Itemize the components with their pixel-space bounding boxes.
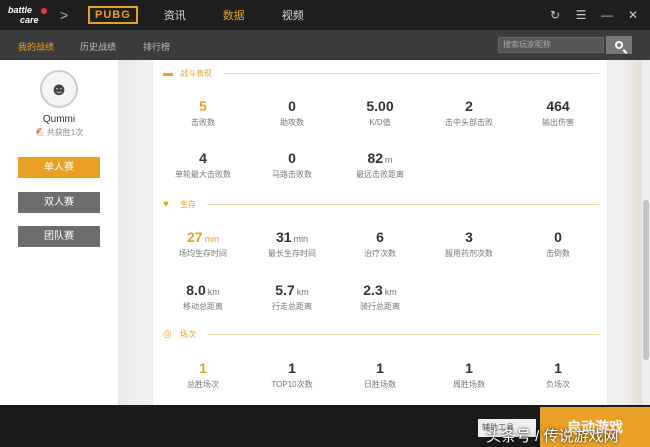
scrollbar[interactable]: [642, 60, 650, 405]
tab-my-record[interactable]: 我的战绩: [18, 40, 54, 53]
stat-walk-distance: 5.7 km 行走总距离: [272, 282, 312, 311]
divider: [223, 73, 599, 74]
gun-icon: ▬: [163, 67, 173, 79]
total-wins: 🐔 共获胜1次: [34, 128, 84, 137]
profile-panel: ☻ Qummi 🐔 共获胜1次 单人赛 双人赛 团队赛: [0, 60, 118, 405]
window-controls: ↻ ☰ — ✕: [548, 8, 640, 22]
stat-longest-kill: 82 m 最远击败距离: [356, 150, 404, 179]
scrollbar-thumb[interactable]: [643, 200, 649, 360]
avatar[interactable]: ☻: [40, 70, 78, 108]
stat-longest-survival: 31 min 最长生存时间: [268, 229, 316, 258]
search-icon: [615, 41, 623, 49]
stat-headshots: 2 击中头部击败: [445, 98, 493, 127]
stat-daily-wins: 1 日胜场数: [364, 360, 396, 389]
search-button[interactable]: [606, 36, 632, 54]
stat-avg-survival: 27 min 场均生存时间: [179, 229, 227, 258]
stat-top10: 1 TOP10次数: [271, 360, 313, 389]
nav-data[interactable]: 数据: [223, 7, 245, 23]
username: Qummi: [42, 114, 76, 125]
watermark: 头条号 / 传说游戏网: [486, 428, 619, 445]
pubg-logo[interactable]: PUBG: [88, 6, 138, 24]
stat-losses: 1 负场次: [546, 360, 570, 389]
stat-heals: 6 治疗次数: [364, 229, 396, 258]
tab-leaderboard[interactable]: 排行榜: [143, 40, 170, 53]
target-icon: ◎: [163, 328, 172, 340]
nav-news[interactable]: 资讯: [164, 7, 186, 23]
chicken-icon: 🐔: [34, 128, 45, 137]
mode-squad-button[interactable]: 团队赛: [18, 226, 100, 247]
minimize-icon[interactable]: —: [600, 8, 614, 22]
stats-panel: ▬ 战斗表现 5 击败数 0 助攻数 5.00 K/D值 2 击中头部击败 464 输出伤…: [153, 60, 607, 405]
stat-ride-distance: 2.3 km 骑行总距离: [360, 282, 400, 311]
stat-weekly-wins: 1 周胜场数: [453, 360, 485, 389]
bottom-bar: 辅助工具 启动游戏 头条号 / 传说游戏网: [0, 405, 650, 447]
stat-total-wins: 1 总胜场次: [187, 360, 219, 389]
title-bar: battle care > PUBG 资讯 数据 视频 ↻ ☰ — ✕: [0, 0, 650, 30]
stat-max-kills-round: 4 单轮最大击败数: [175, 150, 231, 179]
stat-total-distance: 8.0 km 移动总距离: [183, 282, 223, 311]
section-matches-header: ◎ 场次: [163, 328, 196, 340]
player-search-input[interactable]: 搜索玩家昵称: [498, 37, 604, 53]
section-combat-header: ▬ 战斗表现: [163, 67, 212, 79]
mode-duo-button[interactable]: 双人赛: [18, 192, 100, 213]
stat-boosts: 3 服用药剂次数: [445, 229, 493, 258]
battlecare-logo[interactable]: battle care: [6, 3, 58, 27]
stat-knockdowns: 0 击倒数: [546, 229, 570, 258]
stat-assists: 0 助攻数: [280, 98, 304, 127]
menu-icon[interactable]: ☰: [574, 8, 588, 22]
nav-video[interactable]: 视频: [282, 7, 304, 23]
logo-dot: [41, 8, 47, 14]
divider: [207, 334, 599, 335]
close-icon[interactable]: ✕: [626, 8, 640, 22]
heartbeat-icon: ♥: [163, 198, 169, 210]
chevron-right-icon[interactable]: >: [60, 7, 74, 23]
mode-solo-button[interactable]: 单人赛: [18, 157, 100, 178]
stat-road-kills: 0 马路击败数: [272, 150, 312, 179]
stat-kills: 5 击败数: [191, 98, 215, 127]
main-nav: 资讯 数据 视频: [164, 7, 341, 23]
stat-damage: 464 输出伤害: [542, 98, 574, 127]
divider: [207, 204, 599, 205]
sub-nav-bar: 我的战绩 历史战绩 排行榜 搜索玩家昵称: [0, 30, 650, 60]
stat-kd: 5.00 K/D值: [366, 98, 394, 127]
tab-history[interactable]: 历史战绩: [80, 40, 116, 53]
refresh-icon[interactable]: ↻: [548, 8, 562, 22]
section-survival-header: ♥ 生存: [163, 198, 196, 210]
